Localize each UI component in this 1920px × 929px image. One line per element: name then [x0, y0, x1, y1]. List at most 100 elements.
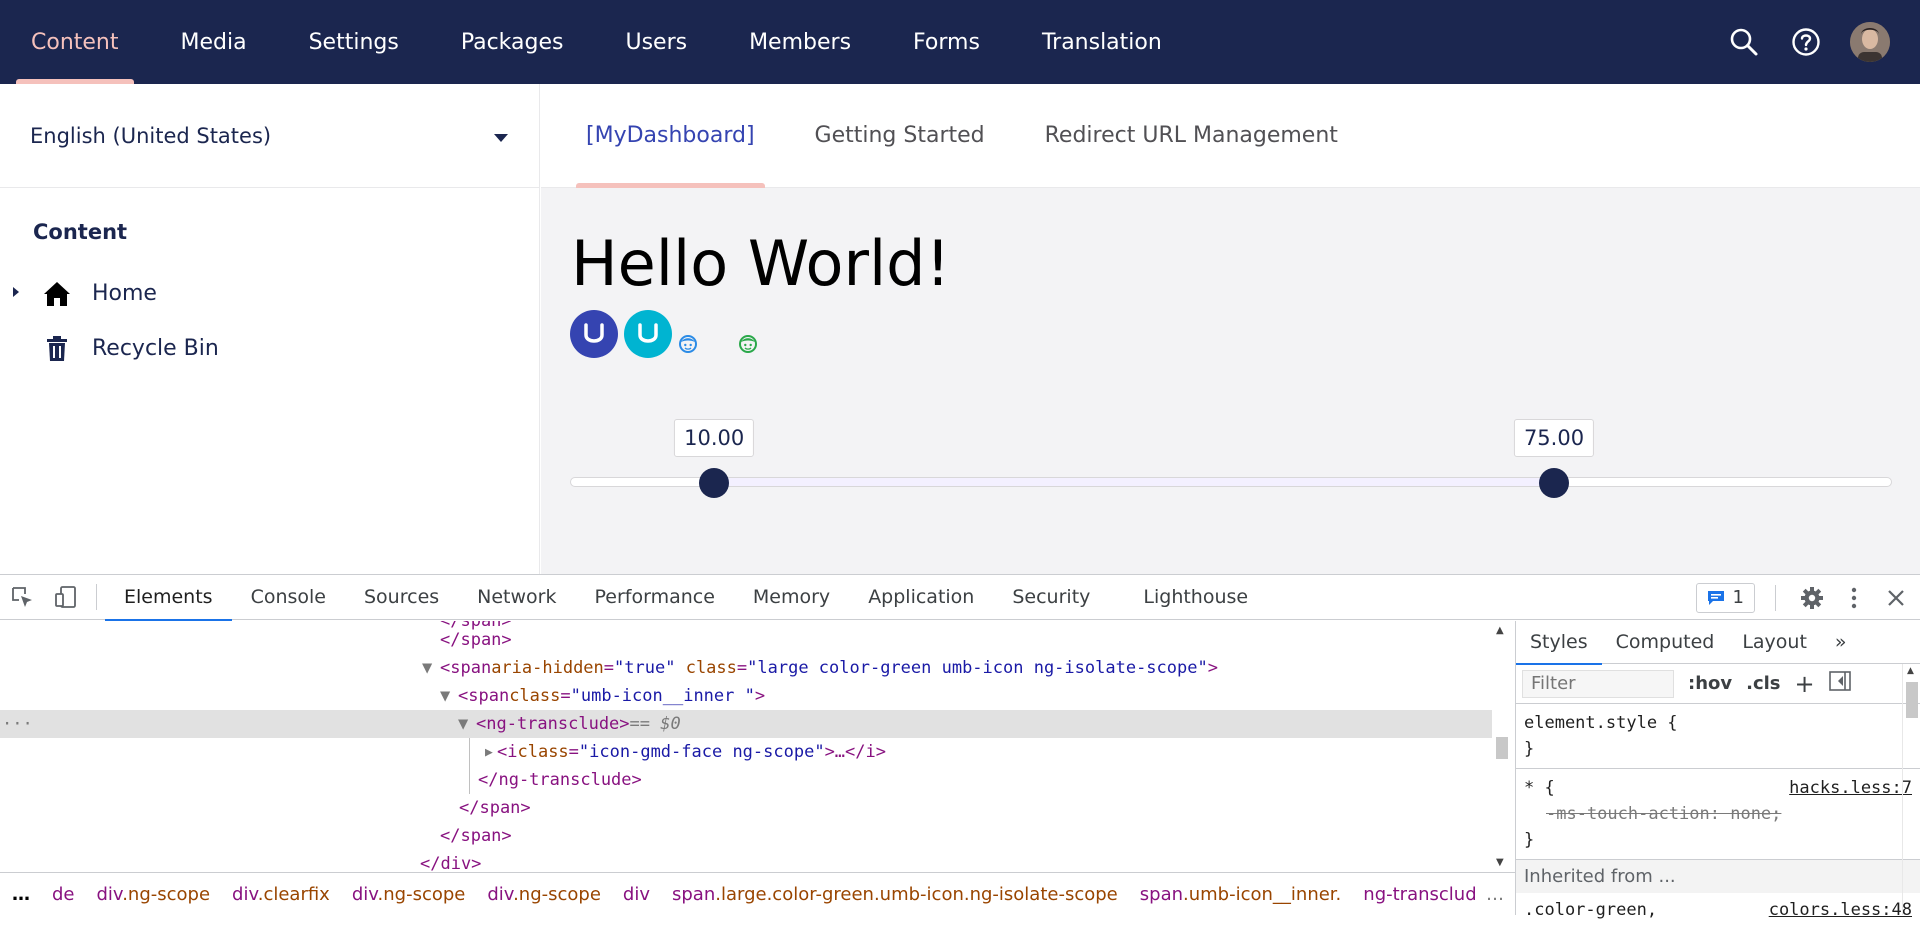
- tab-mydashboard[interactable]: [MyDashboard]: [576, 84, 785, 188]
- dom-line[interactable]: </span>: [0, 626, 1492, 654]
- devtools-right-controls: 1: [1695, 575, 1920, 620]
- slider-high-handle[interactable]: [1539, 468, 1569, 498]
- tab-redirect-url-management[interactable]: Redirect URL Management: [1045, 84, 1368, 188]
- styles-tab-styles[interactable]: Styles: [1516, 621, 1602, 665]
- tree-title: Content: [33, 220, 128, 244]
- inherited-header: Inherited from ...: [1516, 860, 1920, 893]
- styles-tab-layout[interactable]: Layout: [1728, 621, 1821, 664]
- rule-selector: .color-green,: [1524, 900, 1658, 920]
- tree-item-recycle-bin[interactable]: Recycle Bin: [0, 321, 539, 376]
- style-rule-color-green[interactable]: .color-green, colors.less:48: [1516, 893, 1920, 929]
- slider-low-value: 10.00: [674, 419, 755, 457]
- avatar[interactable]: [1850, 22, 1890, 62]
- styles-tab-computed[interactable]: Computed: [1602, 621, 1729, 664]
- device-toggle-icon[interactable]: [44, 575, 88, 620]
- dashboard-main: [MyDashboard] Getting Started Redirect U…: [541, 84, 1920, 574]
- search-icon[interactable]: [1726, 24, 1762, 60]
- dom-line[interactable]: ▼ <span class = "umb-icon__inner " >: [0, 682, 1492, 710]
- tree-item-home[interactable]: Home: [0, 266, 539, 321]
- breadcrumb-item[interactable]: de: [41, 884, 86, 905]
- inspect-element-icon[interactable]: [0, 575, 44, 620]
- devtools-tab-console[interactable]: Console: [232, 575, 345, 620]
- sidebar-toggle-icon[interactable]: [1828, 671, 1851, 696]
- devtools-panel: Elements Console Sources Network Perform…: [0, 574, 1920, 920]
- add-rule-icon[interactable]: +: [1795, 670, 1815, 698]
- nav-item-forms[interactable]: Forms: [882, 0, 1011, 84]
- nav-item-users[interactable]: Users: [594, 0, 718, 84]
- devtools-tab-network[interactable]: Network: [458, 575, 575, 620]
- caret-right-icon[interactable]: [12, 286, 22, 301]
- more-vertical-icon[interactable]: [1840, 575, 1868, 620]
- more-tabs-icon[interactable]: »: [1821, 621, 1861, 664]
- rule-source-link[interactable]: hacks.less:7: [1789, 775, 1912, 801]
- dom-line[interactable]: </span>: [0, 794, 1492, 822]
- breadcrumb-item[interactable]: div.ng-scope: [341, 884, 477, 905]
- nav-item-translation[interactable]: Translation: [1011, 0, 1193, 84]
- styles-tabs: Styles Computed Layout »: [1516, 621, 1920, 665]
- tree-item-label: Home: [92, 281, 157, 306]
- dom-line[interactable]: ▶ <i class = "icon-gmd-face ng-scope" >…</i>: [0, 738, 1492, 766]
- gear-icon[interactable]: [1796, 575, 1828, 620]
- tree-item-label: Recycle Bin: [92, 336, 219, 361]
- scroll-up-icon[interactable]: ▲: [1907, 666, 1914, 676]
- dom-tree[interactable]: </span> </span> ▼ <span aria-hidden = "true…: [0, 621, 1492, 871]
- nav-item-media[interactable]: Media: [150, 0, 278, 84]
- breadcrumb-item[interactable]: div.ng-scope: [476, 884, 612, 905]
- language-select[interactable]: English (United States): [0, 84, 539, 188]
- dom-line[interactable]: </span>: [0, 822, 1492, 850]
- dom-line[interactable]: ▼ <span aria-hidden = "true" class = "large c…: [0, 654, 1492, 682]
- umbraco-logo-cyan-icon: [624, 310, 672, 358]
- devtools-tab-performance[interactable]: Performance: [576, 575, 734, 620]
- slider-range-fill: [714, 477, 1554, 487]
- devtools-tab-elements[interactable]: Elements: [105, 575, 232, 621]
- styles-scrollbar[interactable]: ▲: [1902, 664, 1920, 915]
- message-icon: [1707, 590, 1724, 605]
- dom-scroll-thumb[interactable]: [1496, 737, 1508, 759]
- dom-line[interactable]: </div>: [0, 850, 1492, 871]
- nav-item-members[interactable]: Members: [718, 0, 882, 84]
- range-slider[interactable]: 10.00 75.00: [570, 419, 1892, 499]
- breadcrumb-overflow-right[interactable]: …: [1475, 883, 1515, 905]
- nav-item-packages[interactable]: Packages: [430, 0, 595, 84]
- cls-toggle[interactable]: .cls: [1746, 673, 1780, 694]
- style-rule-element[interactable]: element.style { }: [1516, 704, 1920, 769]
- close-icon[interactable]: [1880, 575, 1912, 620]
- breadcrumb-item[interactable]: span.large.color-green.umb-icon.ng-isola…: [661, 884, 1129, 905]
- breadcrumb-overflow-left[interactable]: …: [0, 884, 41, 905]
- nav-item-content[interactable]: Content: [0, 0, 150, 84]
- devtools-tab-memory[interactable]: Memory: [734, 575, 849, 620]
- toolbar-divider: [96, 584, 97, 610]
- face-icon-blue: [678, 334, 698, 358]
- breadcrumb-item[interactable]: span.umb-icon__inner.: [1129, 884, 1353, 905]
- trash-icon: [42, 335, 72, 362]
- styles-filter-input[interactable]: [1522, 669, 1674, 698]
- issues-badge[interactable]: 1: [1695, 582, 1755, 613]
- rule-source-link[interactable]: colors.less:48: [1769, 897, 1912, 923]
- style-rule-universal[interactable]: * {hacks.less:7 -ms-touch-action: none; …: [1516, 769, 1920, 860]
- content-sidebar: English (United States) Content Home Rec…: [0, 84, 540, 574]
- breadcrumb-item[interactable]: div.ng-scope: [86, 884, 222, 905]
- caret-down-icon: [493, 124, 509, 148]
- breadcrumb-item[interactable]: div.clearfix: [221, 884, 341, 905]
- styles-scroll-thumb[interactable]: [1906, 682, 1918, 718]
- devtools-tab-lighthouse[interactable]: Lighthouse: [1124, 575, 1267, 620]
- top-right-icons: [1726, 0, 1920, 84]
- hov-toggle[interactable]: :hov: [1688, 673, 1732, 694]
- face-icon-green: [738, 334, 758, 358]
- dom-line[interactable]: </ng-transclude>: [0, 766, 1492, 794]
- nav-item-settings[interactable]: Settings: [278, 0, 430, 84]
- help-icon[interactable]: [1788, 24, 1824, 60]
- rule-property-overridden[interactable]: -ms-touch-action: none;: [1524, 801, 1912, 827]
- slider-low-handle[interactable]: [699, 468, 730, 498]
- devtools-tab-security[interactable]: Security: [993, 575, 1109, 620]
- styles-pane: Styles Computed Layout » :hov .cls + ele…: [1515, 621, 1920, 920]
- devtools-tab-application[interactable]: Application: [849, 575, 993, 620]
- breadcrumb-item[interactable]: div: [612, 884, 661, 905]
- dom-line-selected[interactable]: ··· ▼ <ng-transclude> == $0: [0, 710, 1492, 738]
- scroll-up-icon[interactable]: ▲: [1496, 625, 1504, 636]
- dom-scrollbar[interactable]: ▲ ▼: [1493, 621, 1511, 871]
- scroll-down-icon[interactable]: ▼: [1496, 857, 1504, 868]
- devtools-tab-sources[interactable]: Sources: [345, 575, 458, 620]
- tab-getting-started[interactable]: Getting Started: [815, 84, 1015, 188]
- umbraco-logo-blue-icon: [570, 310, 618, 358]
